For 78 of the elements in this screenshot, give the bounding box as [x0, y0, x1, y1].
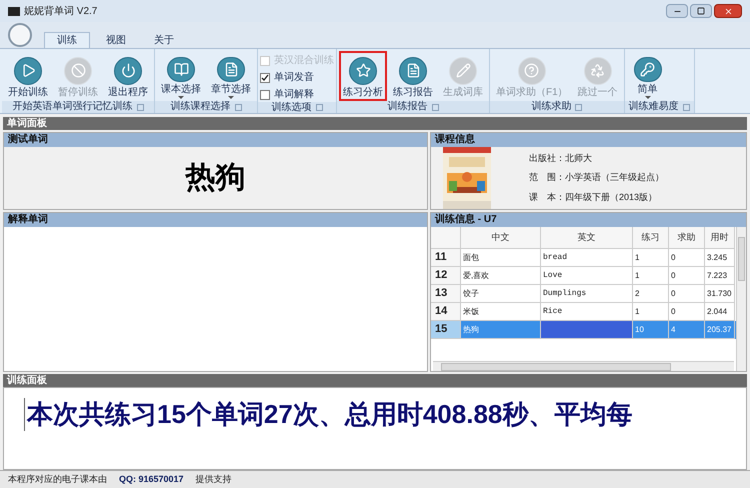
- close-button[interactable]: [714, 4, 742, 18]
- app-icon: [8, 6, 20, 16]
- status-text: 本程序对应的电子课本由: [8, 472, 107, 486]
- horizontal-scrollbar[interactable]: [433, 361, 734, 371]
- table-row[interactable]: 12 爱,喜欢 Love 1 0 7.223: [431, 267, 736, 285]
- window-title: 妮妮背单词 V2.7: [24, 4, 98, 18]
- column-header[interactable]: 用时: [705, 227, 735, 249]
- table-row[interactable]: 14 米饭 Rice 1 0 2.044: [431, 303, 736, 321]
- ribbon-tab[interactable]: 视图: [94, 32, 138, 48]
- ribbon-button[interactable]: 练习报告: [389, 51, 437, 101]
- summary-text: 本次共练习15个单词27次、总用时408.88秒、平均每: [24, 398, 632, 430]
- launcher-icon[interactable]: [136, 104, 144, 110]
- group-caption: 训练选项: [272, 102, 312, 112]
- group-caption: 训练课程选择: [170, 102, 230, 112]
- document-icon: [217, 57, 245, 82]
- course-detail: 出版社：北师大: [529, 152, 593, 165]
- status-text: 提供支持: [196, 472, 232, 486]
- column-header[interactable]: 英文: [541, 227, 633, 249]
- table-row[interactable]: 13 饺子 Dumplings 2 0 31.730: [431, 285, 736, 303]
- checkbox-option[interactable]: 单词解释: [260, 87, 334, 102]
- question-icon: [518, 57, 546, 84]
- book-icon: [167, 57, 195, 82]
- launcher-icon[interactable]: [575, 104, 582, 110]
- table-cell: 4: [669, 321, 705, 339]
- group-caption: 训练报告: [388, 102, 428, 112]
- forbidden-icon: [64, 57, 92, 84]
- row-number: 12: [431, 267, 461, 285]
- maximize-button[interactable]: [690, 4, 712, 18]
- power-icon: [114, 57, 142, 84]
- row-number: 13: [431, 285, 461, 303]
- test-word: 热狗: [186, 163, 246, 193]
- table-cell: 205.37: [705, 321, 735, 339]
- checkbox-option[interactable]: 单词发音: [260, 70, 334, 85]
- document-icon: [399, 57, 427, 84]
- group-caption: 开始英语单词强行记忆训练: [12, 102, 132, 112]
- table-row[interactable]: 15 热狗 10 4 205.37: [431, 321, 736, 339]
- checkbox[interactable]: [260, 72, 270, 82]
- table-cell: 10: [633, 321, 669, 339]
- table-row[interactable]: 11 面包 bread 1 0 3.245: [431, 249, 736, 267]
- checkbox[interactable]: [260, 90, 270, 100]
- ribbon-tab[interactable]: 关于: [142, 32, 186, 48]
- row-number: 11: [431, 249, 461, 267]
- section-header: 解释单词: [4, 213, 427, 227]
- section-header: 课程信息: [431, 133, 746, 147]
- row-number: 14: [431, 303, 461, 321]
- recycle-icon: [584, 57, 612, 84]
- play-icon: [14, 57, 42, 84]
- ribbon-button[interactable]: 章节选择: [207, 51, 255, 101]
- course-detail: 范 围：小学英语（三年级起点）: [529, 171, 664, 184]
- pencil-icon: [449, 57, 477, 84]
- column-header[interactable]: 练习: [633, 227, 669, 249]
- app-menu-button[interactable]: [8, 23, 32, 47]
- check-icon: [261, 74, 269, 82]
- launcher-icon[interactable]: [234, 104, 242, 110]
- panel-header: 训练面板: [3, 374, 747, 387]
- group-caption: 训练难易度: [628, 102, 679, 112]
- launcher-icon[interactable]: [432, 104, 438, 110]
- section-header: 测试单词: [4, 133, 427, 147]
- ribbon-button[interactable]: 课本选择: [157, 51, 205, 101]
- group-caption: 训练求助: [531, 102, 572, 112]
- maximize-icon: [697, 7, 705, 15]
- column-header[interactable]: 中文: [461, 227, 541, 249]
- row-number: 15: [431, 321, 461, 339]
- qq-number: QQ: 916570017: [119, 472, 184, 486]
- section-header: 训练信息 - U7: [431, 213, 746, 227]
- ribbon-button[interactable]: 简单: [626, 51, 669, 101]
- vertical-scrollbar[interactable]: [736, 227, 746, 371]
- panel-header: 单词面板: [3, 117, 747, 130]
- launcher-icon[interactable]: [682, 104, 690, 110]
- close-icon: [724, 6, 732, 16]
- key-icon: [634, 57, 662, 82]
- course-detail: 课 本：四年级下册（2013版）: [529, 190, 658, 204]
- ribbon-tab[interactable]: 训练: [44, 32, 90, 48]
- column-header[interactable]: 求助: [669, 227, 705, 249]
- launcher-icon[interactable]: [316, 104, 322, 111]
- ribbon-button[interactable]: 开始训练: [4, 51, 52, 101]
- ribbon-button[interactable]: 练习分析: [339, 51, 387, 101]
- ribbon-button[interactable]: 退出程序: [104, 51, 152, 101]
